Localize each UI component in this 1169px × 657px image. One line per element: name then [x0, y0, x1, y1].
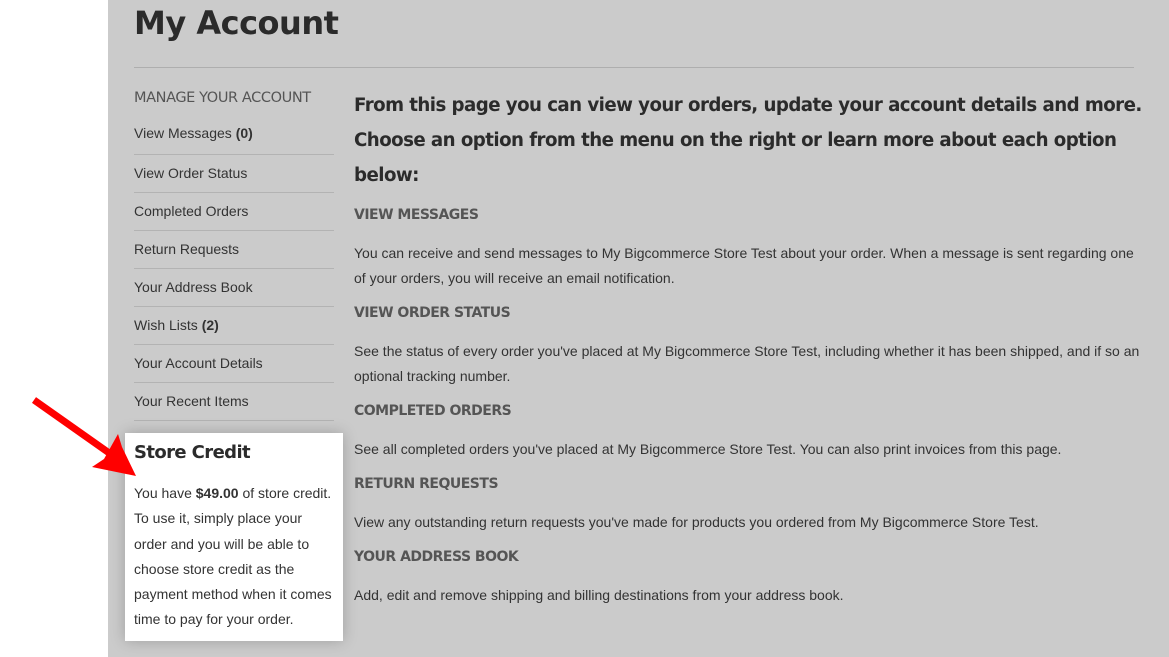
account-nav-list: View Messages (0) View Order Status Comp…	[134, 118, 334, 421]
section-title-completed-orders: COMPLETED ORDERS	[354, 403, 512, 419]
store-credit-text: You have $49.00 of store credit. To use …	[134, 481, 334, 633]
arrow-shaft	[31, 397, 115, 458]
store-credit-amount: $49.00	[195, 485, 239, 501]
sidebar-item-label: View Order Status	[134, 165, 248, 181]
red-arrow-icon	[31, 397, 136, 476]
intro-heading: From this page you can view your orders,…	[354, 95, 1142, 186]
section-text-view-order-status: See the status of every order you've pla…	[354, 343, 1140, 384]
section-text-address-book: Add, edit and remove shipping and billin…	[354, 587, 844, 603]
sidebar-item-label: Completed Orders	[134, 203, 249, 219]
message-count: (0)	[235, 125, 253, 141]
sidebar-item-completed-orders[interactable]: Completed Orders	[134, 193, 334, 231]
section-title-view-order-status: VIEW ORDER STATUS	[354, 305, 511, 321]
section-title-view-messages: VIEW MESSAGES	[354, 207, 479, 223]
sidebar-item-view-order-status[interactable]: View Order Status	[134, 155, 334, 193]
sidebar-item-label: View Messages	[134, 125, 232, 141]
section-title-address-book: YOUR ADDRESS BOOK	[354, 549, 519, 565]
store-credit-title: Store Credit	[134, 442, 251, 463]
account-sidebar: MANAGE YOUR ACCOUNT View Messages (0) Vi…	[134, 88, 334, 421]
sidebar-item-label: Your Address Book	[134, 279, 253, 295]
sidebar-item-label: Wish Lists	[134, 317, 198, 333]
section-title-return-requests: RETURN REQUESTS	[354, 476, 499, 492]
section-text-view-messages: You can receive and send messages to My …	[354, 245, 1134, 286]
account-content: From this page you can view your orders,…	[354, 88, 1144, 608]
sidebar-item-wish-lists[interactable]: Wish Lists (2)	[134, 307, 334, 345]
title-divider	[134, 67, 1134, 68]
section-text-return-requests: View any outstanding return requests you…	[354, 514, 1039, 530]
sidebar-item-return-requests[interactable]: Return Requests	[134, 231, 334, 269]
store-credit-text-after: of store credit. To use it, simply place…	[134, 485, 332, 628]
sidebar-item-recent-items[interactable]: Your Recent Items	[134, 383, 334, 421]
sidebar-item-view-messages[interactable]: View Messages (0)	[134, 118, 334, 155]
sidebar-item-address-book[interactable]: Your Address Book	[134, 269, 334, 307]
sidebar-item-label: Return Requests	[134, 241, 240, 257]
sidebar-heading: MANAGE YOUR ACCOUNT	[134, 90, 311, 106]
wish-list-count: (2)	[201, 317, 219, 333]
page-title: My Account	[134, 4, 339, 42]
sidebar-item-label: Your Account Details	[134, 355, 263, 371]
section-text-completed-orders: See all completed orders you've placed a…	[354, 441, 1062, 457]
arrow-head	[92, 434, 136, 476]
sidebar-item-account-details[interactable]: Your Account Details	[134, 345, 334, 383]
